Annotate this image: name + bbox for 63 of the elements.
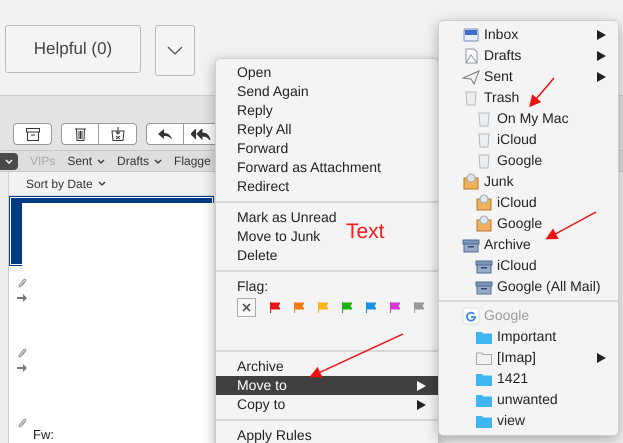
junk-bin-icon bbox=[475, 214, 493, 232]
flag-icon[interactable] bbox=[270, 302, 280, 313]
flag-icon[interactable] bbox=[390, 302, 400, 313]
chevron-down-icon bbox=[167, 46, 183, 55]
junk-bin-icon bbox=[475, 194, 493, 212]
mailbox-menu-item[interactable]: Sent bbox=[439, 66, 618, 87]
paper-plane-icon bbox=[462, 68, 480, 86]
menu-item[interactable]: Delete bbox=[237, 245, 278, 266]
reply-all-arrow-icon bbox=[191, 128, 211, 140]
mailbox-dropdown[interactable] bbox=[0, 152, 18, 170]
sort-button[interactable]: Sort by Date bbox=[9, 172, 214, 196]
chevron-down-icon bbox=[97, 158, 106, 164]
menu-item[interactable]: Move to Junk bbox=[237, 226, 320, 247]
menu-item[interactable]: Open bbox=[237, 62, 272, 83]
menu-item[interactable]: Mark as Unread bbox=[237, 207, 337, 228]
menu-item[interactable]: Archive bbox=[216, 357, 438, 376]
reply-arrow-icon bbox=[158, 128, 172, 140]
menu-item[interactable]: Redirect bbox=[237, 176, 290, 197]
menu-item[interactable]: Apply Rules bbox=[237, 425, 312, 443]
message-row[interactable] bbox=[9, 196, 214, 266]
mailbox-menu-item[interactable]: Google (All Mail) bbox=[439, 276, 618, 297]
menu-item[interactable]: Forward bbox=[237, 138, 288, 159]
mailbox-menu-item[interactable]: iCloud bbox=[439, 192, 618, 213]
archive-button[interactable] bbox=[13, 123, 52, 145]
junk-bin-icon bbox=[110, 127, 124, 141]
chevron-down-icon bbox=[154, 158, 162, 164]
menu-item[interactable]: Move to bbox=[216, 376, 438, 395]
clear-flag-button[interactable] bbox=[237, 298, 256, 317]
favorite-mailbox[interactable]: Sent bbox=[67, 152, 106, 170]
annotation-arrow bbox=[545, 211, 596, 240]
mailbox-menu-item[interactable]: Google bbox=[439, 213, 618, 234]
mailbox-menu-item[interactable]: Google bbox=[439, 150, 618, 171]
flag-icon[interactable] bbox=[294, 302, 304, 313]
mailbox-menu-item[interactable]: Archive bbox=[439, 234, 618, 255]
menu-item[interactable]: Send Again bbox=[237, 81, 309, 102]
mailbox-menu-item[interactable]: Drafts bbox=[439, 45, 618, 66]
flag-label: Flag: bbox=[237, 277, 268, 296]
helpful-button[interactable]: Helpful (0) bbox=[5, 25, 141, 73]
menu-item[interactable]: Forward as Attachment bbox=[237, 157, 381, 178]
mailbox-menu-item[interactable]: Trash bbox=[439, 87, 618, 108]
mailbox-menu-item[interactable]: Inbox bbox=[439, 24, 618, 45]
favorite-mailbox[interactable]: Drafts bbox=[117, 152, 162, 170]
flag-icon[interactable] bbox=[414, 302, 424, 313]
chevron-down-icon bbox=[5, 158, 13, 164]
close-icon bbox=[242, 303, 251, 312]
trash-icon bbox=[74, 127, 86, 141]
message-subject: Fw: bbox=[33, 427, 54, 442]
mailbox-menu-item[interactable]: On My Mac bbox=[439, 108, 618, 129]
archive-box-icon bbox=[26, 128, 40, 140]
chevron-down-icon bbox=[98, 181, 106, 186]
mailbox-menu-item[interactable]: Junk bbox=[439, 171, 618, 192]
annotation-text: Text bbox=[346, 221, 385, 243]
menu-item[interactable]: Copy to bbox=[216, 395, 438, 414]
flag-icon[interactable] bbox=[366, 302, 376, 313]
mailbox-menu-item[interactable]: iCloud bbox=[439, 255, 618, 276]
inbox-tray-icon bbox=[462, 26, 480, 44]
menu-item[interactable]: Reply bbox=[237, 100, 273, 121]
flag-icon[interactable] bbox=[342, 302, 352, 313]
junk-bin-icon bbox=[462, 172, 480, 190]
account-logo-icon bbox=[462, 306, 480, 324]
mailbox-menu-item[interactable]: iCloud bbox=[439, 129, 618, 150]
menu-item[interactable]: Reply All bbox=[237, 119, 292, 140]
annotation-arrow bbox=[529, 78, 555, 108]
